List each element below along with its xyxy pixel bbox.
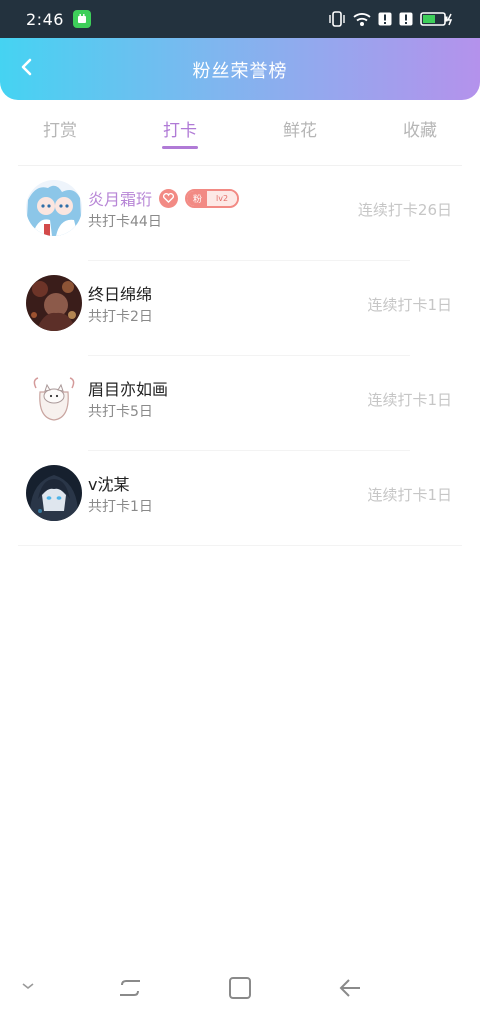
row-divider xyxy=(18,545,462,546)
tab-bar: 打赏 打卡 鲜花 收藏 xyxy=(0,100,480,160)
vibrate-icon xyxy=(328,11,346,27)
tab-flowers[interactable]: 鲜花 xyxy=(240,100,360,160)
name-line: v沈某 xyxy=(88,471,129,495)
user-name: 眉目亦如画 xyxy=(88,380,169,399)
list-item[interactable]: 终日绵绵 共打卡2日 连续打卡1日 xyxy=(0,261,480,356)
list-item[interactable]: 炎月霜珩 粉 lv2 共打卡44日 连续打卡26日 xyxy=(0,166,480,261)
alert-icon xyxy=(378,12,392,26)
user-name: 终日绵绵 xyxy=(88,285,153,304)
tab-reward[interactable]: 打赏 xyxy=(0,100,120,160)
total-checkins: 共打卡1日 xyxy=(88,499,153,515)
user-name: v沈某 xyxy=(88,475,130,494)
name-line: 终日绵绵 xyxy=(88,281,152,305)
user-name: 炎月霜珩 xyxy=(88,190,153,209)
fan-badge-label: 粉 xyxy=(187,190,208,206)
app-header: 粉丝荣誉榜 xyxy=(0,38,480,100)
checkin-streak: 连续打卡1日 xyxy=(367,296,452,314)
name-line: 炎月霜珩 粉 lv2 xyxy=(88,186,240,210)
total-checkins: 共打卡2日 xyxy=(88,309,153,325)
checkin-streak: 连续打卡26日 xyxy=(357,201,452,219)
avatar[interactable] xyxy=(26,275,82,331)
status-right xyxy=(328,11,454,27)
heart-icon xyxy=(159,188,179,208)
status-bar: 2:46 xyxy=(0,0,480,38)
avatar[interactable] xyxy=(26,465,82,521)
list-item[interactable]: v沈某 共打卡1日 连续打卡1日 xyxy=(0,451,480,546)
battery-charging-icon xyxy=(420,12,454,26)
wifi-icon xyxy=(353,12,371,27)
fan-ranking-list: 炎月霜珩 粉 lv2 共打卡44日 连续打卡26日 终日绵绵 共打卡2日 连续打… xyxy=(0,166,480,546)
home-icon[interactable] xyxy=(226,974,254,1002)
tab-favorites[interactable]: 收藏 xyxy=(360,100,480,160)
page-title: 粉丝荣誉榜 xyxy=(192,61,288,82)
list-item[interactable]: 眉目亦如画 共打卡5日 连续打卡1日 xyxy=(0,356,480,451)
system-nav-bar xyxy=(0,962,480,1014)
status-left: 2:46 xyxy=(26,10,91,29)
checkin-streak: 连续打卡1日 xyxy=(367,486,452,504)
recents-icon[interactable] xyxy=(116,974,144,1002)
avatar[interactable] xyxy=(26,370,82,426)
fan-badge-level: lv2 xyxy=(207,190,238,206)
status-time: 2:46 xyxy=(26,9,64,29)
back-arrow-icon[interactable] xyxy=(336,974,364,1002)
total-checkins: 共打卡5日 xyxy=(88,404,153,420)
hide-nav-chevron-icon[interactable] xyxy=(18,974,38,998)
name-line: 眉目亦如画 xyxy=(88,376,168,400)
avatar[interactable] xyxy=(26,180,82,236)
total-checkins: 共打卡44日 xyxy=(88,214,162,230)
tab-checkin[interactable]: 打卡 xyxy=(120,100,240,160)
checkin-streak: 连续打卡1日 xyxy=(367,391,452,409)
app-notification-icon xyxy=(72,10,91,28)
alert-icon xyxy=(399,12,413,26)
fan-level-badge: 粉 lv2 xyxy=(185,188,240,208)
